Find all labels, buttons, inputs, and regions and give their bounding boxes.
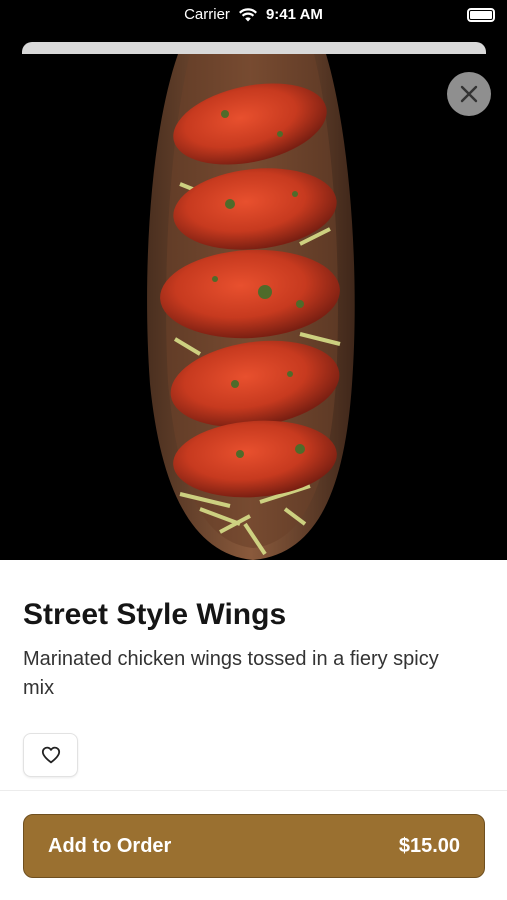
- divider: [0, 790, 507, 791]
- add-to-order-button[interactable]: Add to Order $15.00: [23, 814, 485, 878]
- wifi-icon: [238, 7, 257, 21]
- close-button[interactable]: [447, 72, 491, 116]
- item-details: Street Style Wings Marinated chicken win…: [0, 560, 507, 900]
- wings-illustration: [147, 54, 355, 560]
- battery-icon: [467, 8, 495, 22]
- add-to-order-label: Add to Order: [48, 834, 172, 857]
- clock: 9:41 AM: [265, 6, 323, 23]
- heart-icon: [41, 746, 60, 764]
- item-title: Street Style Wings: [23, 598, 287, 631]
- status-bar: Carrier 9:41 AM: [0, 0, 507, 32]
- carrier-label: Carrier: [184, 6, 230, 23]
- favorite-button[interactable]: [23, 733, 78, 777]
- item-description: Marinated chicken wings tossed in a fier…: [23, 648, 439, 699]
- status-center: Carrier 9:41 AM: [0, 6, 507, 23]
- item-price: $15.00: [398, 834, 460, 857]
- close-icon: [460, 85, 478, 103]
- food-photo: [0, 54, 507, 560]
